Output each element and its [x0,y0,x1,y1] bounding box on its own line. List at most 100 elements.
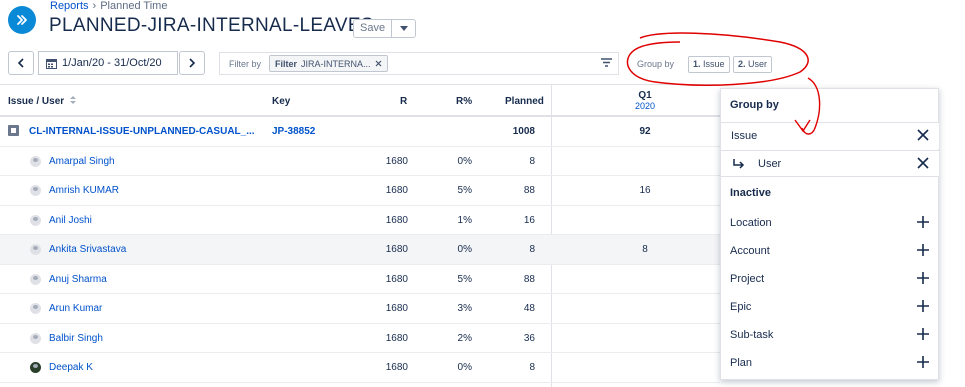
group-chip-issue[interactable]: 1. Issue [688,56,730,73]
table-header: Issue / User Key R R% Planned Q1 2020 [0,84,720,117]
subdirectory-arrow-icon [733,158,745,169]
inactive-group-item[interactable]: Plan [721,349,939,377]
app-logo-button[interactable] [8,6,36,34]
active-group-user[interactable]: User [721,150,939,177]
group-chip-label: User [748,59,768,69]
inactive-group-label: Location [730,217,772,229]
inactive-group-item[interactable]: Location [721,209,939,237]
collapse-icon[interactable] [8,125,19,139]
breadcrumb-separator: › [92,0,97,12]
user-name-link[interactable]: Anil Joshi [49,215,92,226]
user-row[interactable]: Anuj Sharma 1680 5% 88 [0,265,720,294]
user-r-pct: 1% [457,214,472,226]
user-r: 1680 [385,244,408,255]
breadcrumb-current: Planned Time [100,0,168,12]
add-group-plus-icon[interactable] [917,216,929,228]
user-row[interactable]: Deepak K 1680 0% 8 [0,353,720,383]
user-r-pct: 2% [457,332,472,344]
column-header-issue-user[interactable]: Issue / User [8,96,76,107]
issue-name-link[interactable]: CL-INTERNAL-ISSUE-UNPLANNED-CASUAL_... [29,126,255,137]
inactive-group-item[interactable]: Project [721,265,939,293]
user-q1: 8 [642,244,648,255]
column-header-q1[interactable]: Q1 2020 [605,90,685,112]
issue-row[interactable]: CL-INTERNAL-ISSUE-UNPLANNED-CASUAL_... J… [0,117,720,147]
user-r-pct: 0% [457,244,472,255]
filter-bar[interactable]: Filter by Filter JIRA-INTERNA... [219,52,619,75]
avatar [30,155,41,167]
user-r: 1680 [385,155,408,167]
add-group-plus-icon[interactable] [917,300,929,312]
user-row[interactable]: Ankita Srivastava 1680 0% 8 8 [0,235,720,265]
user-r-pct: 0% [457,362,472,373]
user-r: 1680 [385,303,408,314]
issue-planned: 1008 [512,126,535,137]
user-name-link[interactable]: Amarpal Singh [49,156,115,167]
user-row[interactable]: Amrish KUMAR 1680 5% 88 16 [0,176,720,206]
user-name-link[interactable]: Ankita Srivastava [49,244,126,255]
add-group-plus-icon[interactable] [917,356,929,368]
date-range-picker[interactable]: 1/Jan/20 - 31/Oct/20 [38,51,178,75]
issue-key-link[interactable]: JP-38852 [272,126,315,137]
column-header-r[interactable]: R [400,96,407,107]
chevron-right-icon [189,58,196,68]
avatar [30,332,41,344]
column-header-key[interactable]: Key [272,96,290,107]
user-name-link[interactable]: Anuj Sharma [49,274,107,285]
inactive-group-item[interactable]: Account [721,237,939,265]
chevron-left-icon [17,58,24,68]
planned-time-table: Issue / User Key R R% Planned Q1 2020 CL… [0,84,720,383]
save-button[interactable]: Save [353,19,393,38]
user-planned: 88 [523,185,535,196]
user-row[interactable]: Anil Joshi 1680 1% 16 [0,206,720,235]
filter-by-label: Filter by [229,58,262,69]
group-chip-number: 1. [693,59,701,69]
column-header-r-pct[interactable]: R% [456,96,472,107]
avatar [30,303,41,314]
user-planned: 36 [523,332,535,344]
page-title: PLANNED-JIRA-INTERNAL-LEAVES [49,15,374,36]
group-by-label: Group by [637,59,675,69]
group-chip-user[interactable]: 2. User [733,56,773,73]
double-chevron-right-icon [17,15,27,25]
filter-funnel-icon[interactable] [601,58,612,69]
next-period-button[interactable] [179,51,205,75]
remove-group-close-icon[interactable] [917,129,929,141]
user-row[interactable]: Amarpal Singh 1680 0% 8 [0,147,720,176]
user-name-link[interactable]: Amrish KUMAR [49,185,119,196]
user-r: 1680 [385,273,408,285]
filter-chip[interactable]: Filter JIRA-INTERNA... [269,55,388,72]
user-row[interactable]: Arun Kumar 1680 3% 48 [0,294,720,324]
column-header-q1-label: Q1 [638,90,652,101]
group-by-panel: Group by Issue User Inactive Location Acc… [720,88,939,380]
breadcrumb-reports-link[interactable]: Reports [50,0,89,12]
remove-group-close-icon[interactable] [917,157,929,169]
active-group-issue[interactable]: Issue [721,122,939,149]
user-r-pct: 3% [457,303,472,314]
add-group-plus-icon[interactable] [917,272,929,284]
user-name-link[interactable]: Arun Kumar [49,303,102,314]
add-group-plus-icon[interactable] [917,244,929,256]
user-r-pct: 5% [457,185,472,196]
user-planned: 8 [529,244,535,255]
avatar [30,273,41,285]
add-group-plus-icon[interactable] [917,328,929,340]
previous-period-button[interactable] [8,51,34,75]
user-planned: 8 [529,155,535,167]
column-header-planned[interactable]: Planned [505,96,544,107]
inactive-group-label: Epic [730,301,752,313]
column-header-q1-year: 2020 [634,101,656,111]
user-q1: 16 [639,185,651,196]
save-group: Save [353,19,417,38]
user-name-link[interactable]: Balbir Singh [49,333,103,344]
inactive-group-label: Sub-task [730,329,774,341]
inactive-group-item[interactable]: Epic [721,293,939,321]
save-options-button[interactable] [392,19,417,38]
column-header-label: Issue / User [8,96,65,107]
user-row[interactable]: Balbir Singh 1680 2% 36 [0,324,720,353]
close-icon[interactable] [375,60,382,67]
inactive-group-item[interactable]: Sub-task [721,321,939,349]
user-r-pct: 0% [457,155,472,167]
filter-chip-key: Filter [275,58,298,69]
sort-icon[interactable] [69,96,76,104]
user-name-link[interactable]: Deepak K [49,362,93,373]
